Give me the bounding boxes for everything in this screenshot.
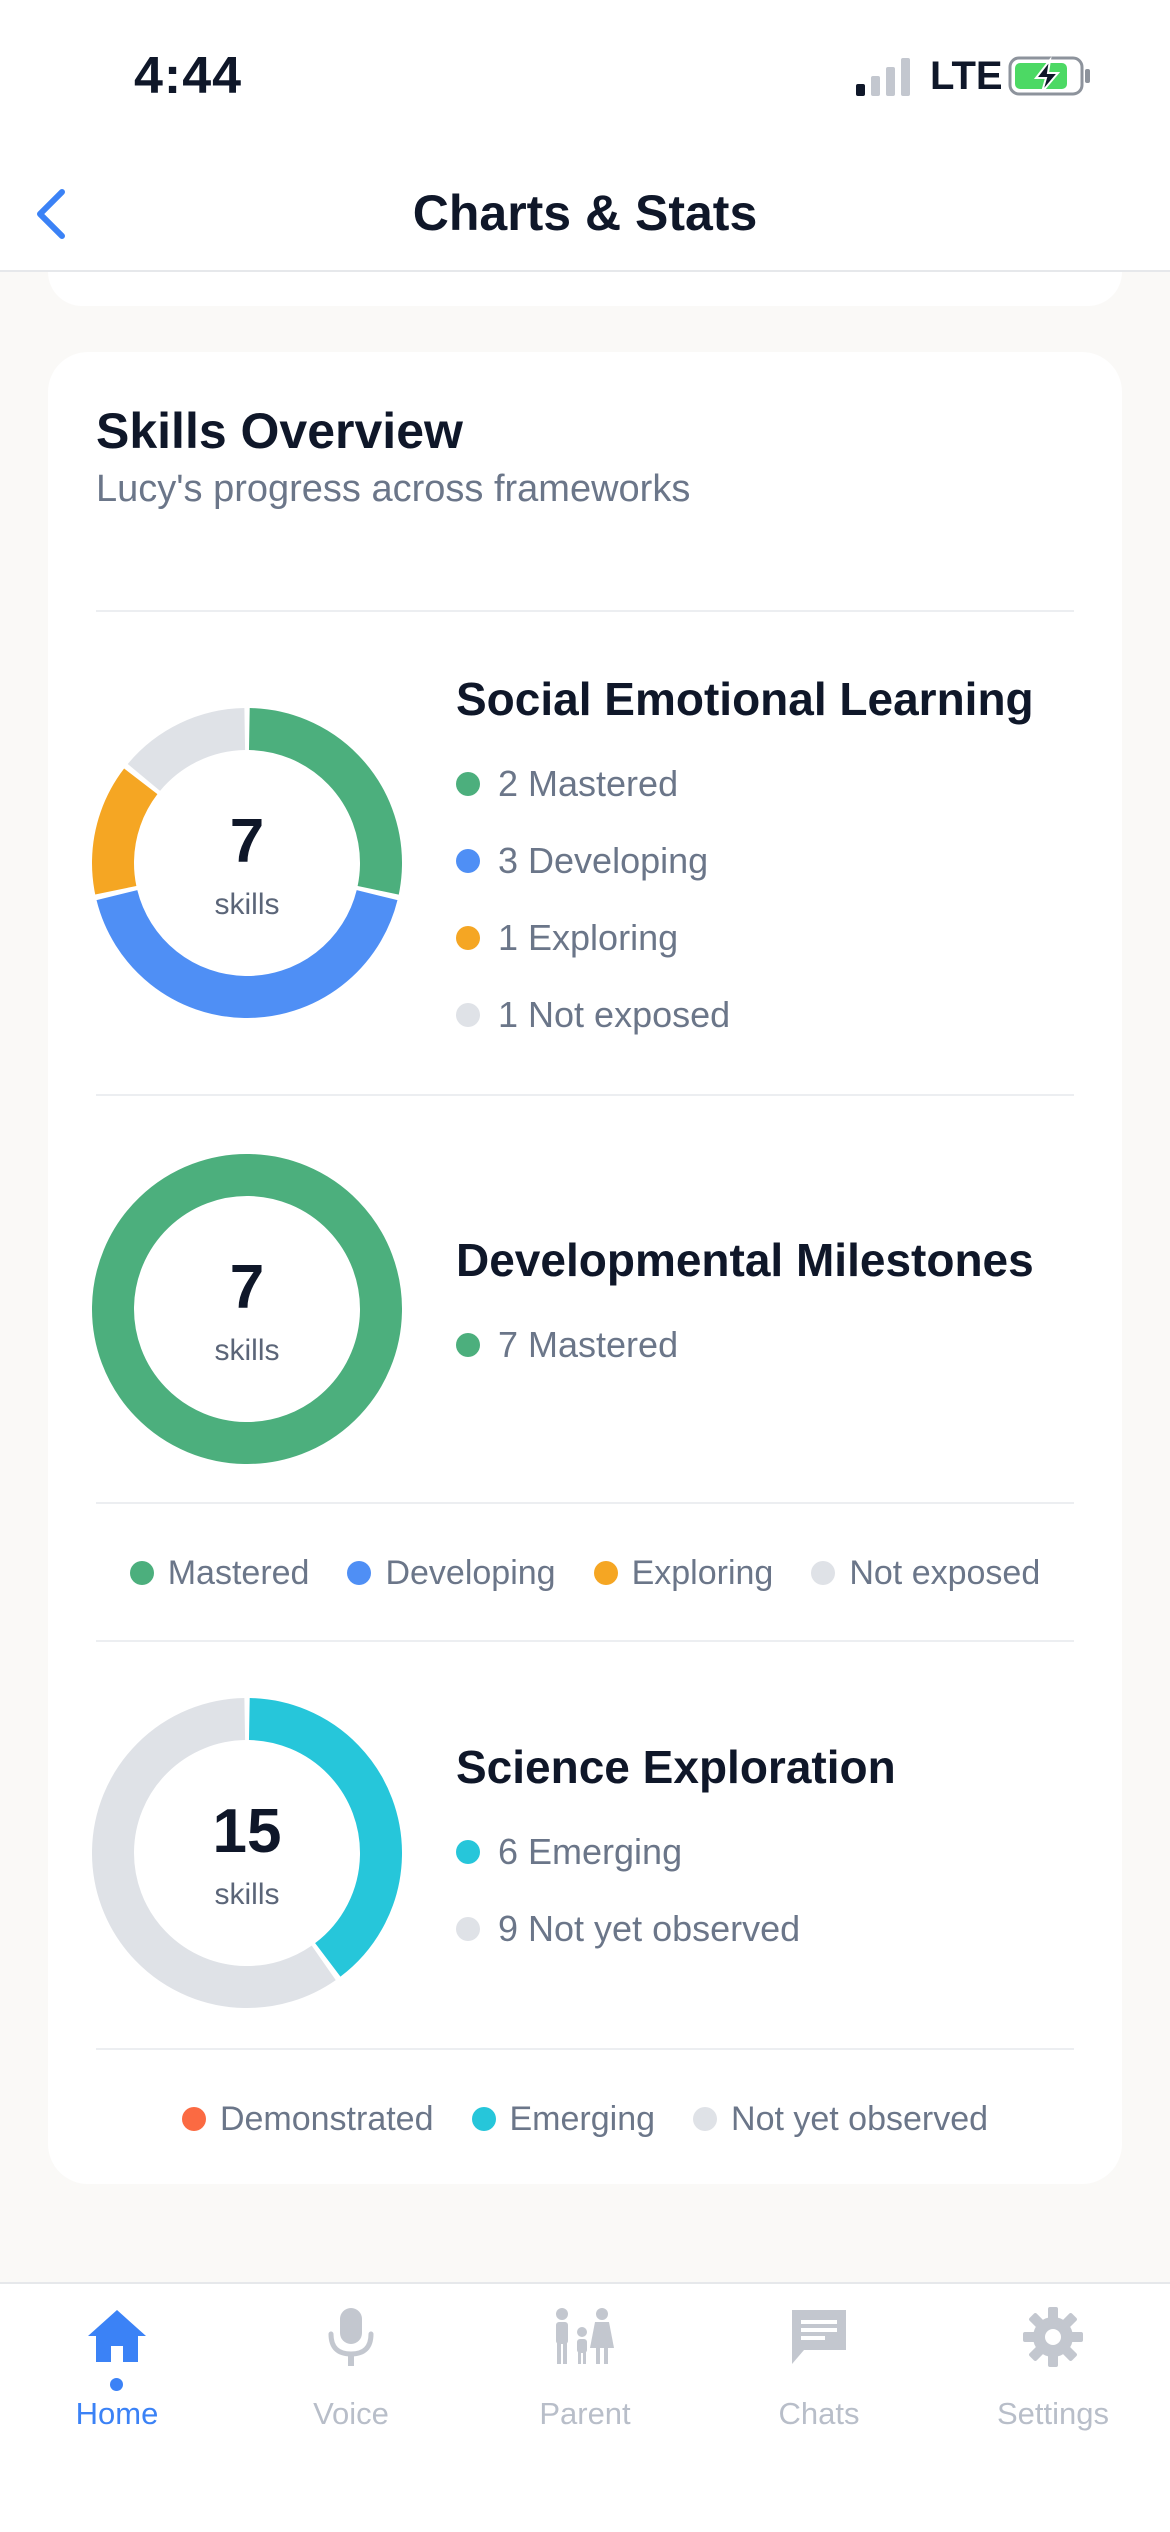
stat-item: 2 Mastered	[456, 759, 678, 809]
status-legend: Mastered Developing Exploring Not expose…	[96, 1548, 1074, 1598]
tab-label: Voice	[313, 2396, 389, 2431]
legend-dot	[471, 2107, 496, 2131]
stat-item: 3 Developing	[456, 836, 708, 886]
legend-label: Not exposed	[849, 1553, 1041, 1592]
skills-overview-card: Skills Overview Lucy's progress across f…	[48, 352, 1122, 2184]
donut-count: 15	[212, 1797, 282, 1866]
stat-label: 1 Not exposed	[498, 994, 731, 1035]
active-indicator	[110, 2378, 123, 2391]
legend-dot	[593, 1561, 618, 1585]
legend-dot	[456, 926, 480, 950]
stat-label: 1 Exploring	[498, 917, 679, 958]
legend-item-demonstrated: Demonstrated	[181, 2099, 434, 2139]
family-icon	[556, 2308, 614, 2364]
legend-dot	[456, 1840, 480, 1864]
legend-label: Developing	[385, 1553, 556, 1592]
framework-title-science-exploration: Science Exploration	[456, 1741, 896, 1793]
legend-dot	[693, 2107, 718, 2131]
framework-title-social-emotional: Social Emotional Learning	[456, 673, 1034, 725]
previous-card-edge	[48, 272, 1122, 306]
legend-label: Demonstrated	[219, 2099, 434, 2138]
legend-label: Not yet observed	[731, 2099, 989, 2138]
tab-bar: Home Voice Parent Chats Settings	[0, 2282, 1170, 2532]
legend-item-mastered: Mastered	[129, 1553, 310, 1593]
status-bar: 4:44 LTE	[0, 0, 1170, 160]
legend-dot	[811, 1561, 836, 1585]
chat-icon	[792, 2310, 846, 2364]
stat-label: 2 Mastered	[498, 763, 679, 804]
signal-icon	[856, 58, 910, 96]
donut-count: 7	[229, 1253, 265, 1322]
observation-legend: Demonstrated Emerging Not yet observed	[96, 2094, 1074, 2144]
battery-charging-icon	[1008, 56, 1090, 96]
stat-item: 9 Not yet observed	[456, 1904, 800, 1954]
legend-dot	[456, 1003, 480, 1027]
stat-item: 7 Mastered	[456, 1320, 678, 1370]
stat-item: 1 Exploring	[456, 913, 678, 963]
stat-label: 7 Mastered	[498, 1324, 679, 1365]
legend-dot	[129, 1561, 154, 1585]
donut-chart-science-exploration: 15 skills	[92, 1698, 402, 2008]
gear-icon	[1023, 2307, 1083, 2367]
stat-label: 9 Not yet observed	[498, 1908, 801, 1949]
tab-label: Settings	[996, 2396, 1109, 2431]
framework-title-developmental-milestones: Developmental Milestones	[456, 1234, 1034, 1286]
donut-unit: skills	[214, 888, 280, 921]
tab-voice[interactable]: Voice	[234, 2284, 468, 2484]
legend-dot	[456, 1917, 480, 1941]
donut-chart-developmental-milestones: 7 skills	[92, 1154, 402, 1464]
tab-parent[interactable]: Parent	[468, 2284, 702, 2484]
legend-label: Exploring	[631, 1553, 774, 1592]
card-subtitle: Lucy's progress across frameworks	[96, 468, 691, 510]
tab-label: Parent	[539, 2396, 631, 2431]
legend-dot	[456, 849, 480, 873]
tab-label: Chats	[778, 2396, 860, 2431]
divider	[96, 2048, 1074, 2050]
tab-home[interactable]: Home	[0, 2284, 234, 2484]
donut-unit: skills	[214, 1878, 280, 1911]
microphone-icon	[328, 2308, 374, 2366]
card-title: Skills Overview	[96, 403, 463, 459]
stat-item: 6 Emerging	[456, 1827, 682, 1877]
stat-label: 3 Developing	[498, 840, 709, 881]
legend-item-emerging: Emerging	[471, 2099, 656, 2139]
home-icon	[88, 2310, 146, 2362]
donut-chart-social-emotional: 7 skills	[92, 708, 402, 1018]
legend-item-exploring: Exploring	[593, 1553, 774, 1593]
legend-item-not-yet-observed: Not yet observed	[693, 2100, 988, 2139]
tab-chats[interactable]: Chats	[702, 2284, 936, 2484]
page-title: Charts & Stats	[412, 185, 758, 241]
stat-label: 6 Emerging	[498, 1831, 683, 1872]
divider	[96, 610, 1074, 612]
legend-dot	[181, 2107, 206, 2131]
legend-item-not-exposed: Not exposed	[811, 1554, 1040, 1593]
legend-label: Emerging	[509, 2099, 656, 2138]
legend-item-developing: Developing	[347, 1553, 556, 1593]
divider	[96, 1502, 1074, 1504]
navigation-bar: Charts & Stats	[0, 160, 1170, 272]
divider	[96, 1640, 1074, 1642]
legend-dot	[347, 1561, 372, 1585]
tab-settings[interactable]: Settings	[936, 2284, 1170, 2484]
status-time: 4:44	[134, 47, 243, 105]
legend-dot	[456, 1333, 480, 1357]
stat-item: 1 Not exposed	[456, 990, 730, 1040]
divider	[96, 1094, 1074, 1096]
donut-count: 7	[229, 807, 265, 876]
legend-label: Mastered	[167, 1553, 310, 1592]
donut-unit: skills	[214, 1334, 280, 1367]
tab-label: Home	[75, 2396, 159, 2431]
carrier-label: LTE	[930, 54, 1003, 98]
legend-dot	[456, 772, 480, 796]
